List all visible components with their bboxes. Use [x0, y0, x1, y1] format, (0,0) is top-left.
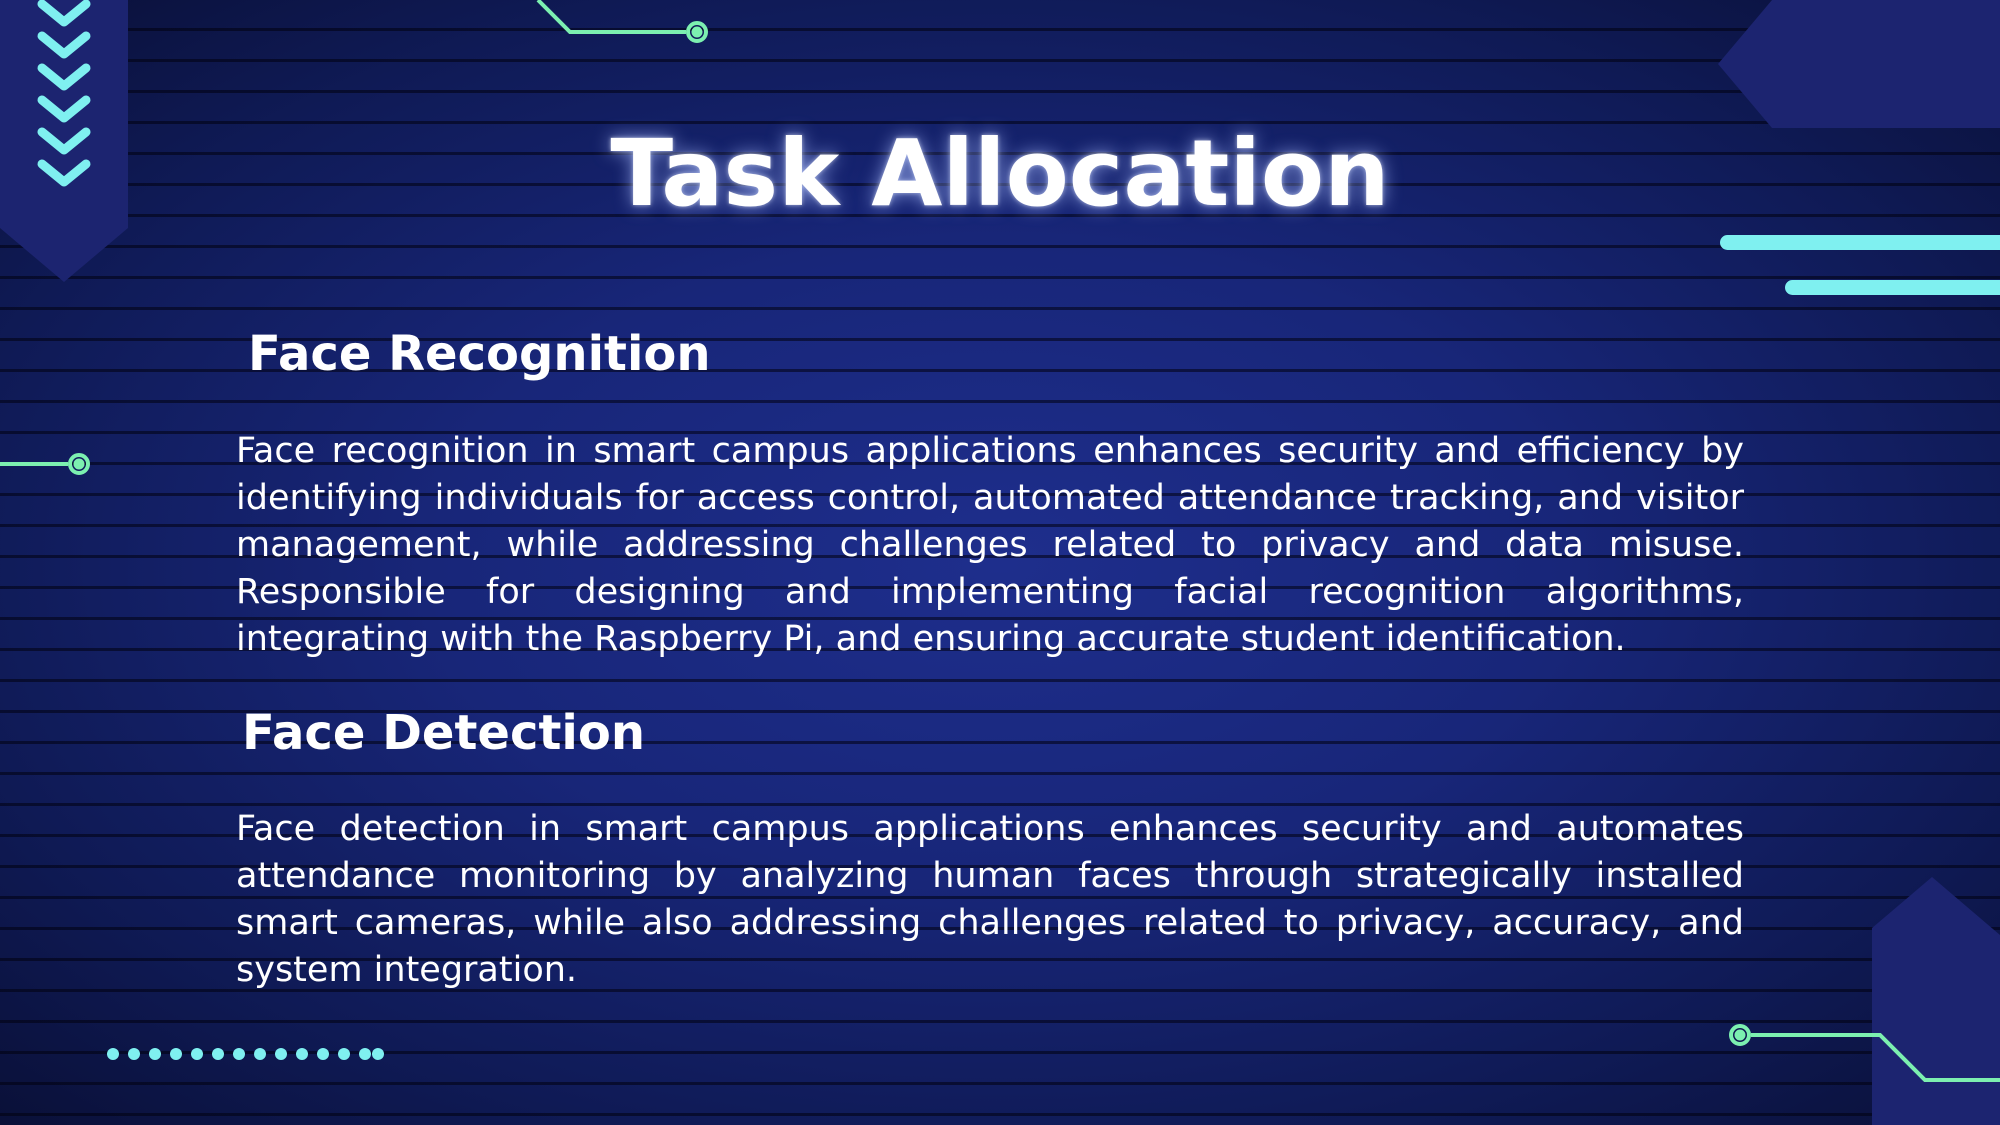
accent-bar-1 — [1720, 235, 2000, 250]
bottom-right-panel — [1872, 877, 2000, 1125]
section-body-face-recognition: Face recognition in smart campus applica… — [236, 431, 1744, 659]
section-heading-face-recognition: Face Recognition — [248, 326, 711, 382]
top-right-panel — [1718, 0, 2000, 128]
slide: Task Allocation Face Recognition Face re… — [0, 0, 2000, 1125]
dotted-line — [107, 1048, 384, 1060]
section-body-face-detection: Face detection in smart campus applicati… — [236, 809, 1744, 990]
circuit-line-top — [536, 0, 708, 43]
section-heading-face-detection: Face Detection — [242, 705, 645, 761]
circuit-line-left — [0, 453, 90, 475]
accent-bar-2 — [1785, 280, 2000, 295]
slide-title: Task Allocation — [610, 120, 1390, 227]
